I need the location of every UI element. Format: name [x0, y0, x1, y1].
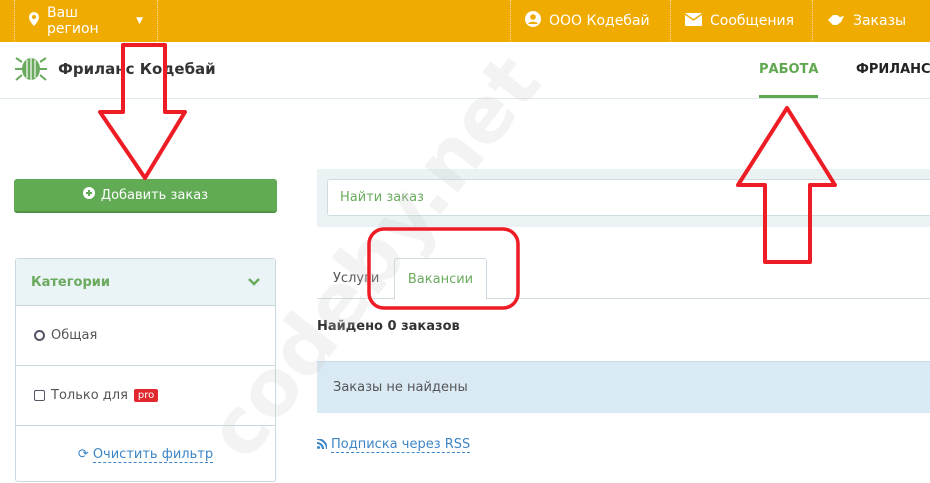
- empty-results-alert: Заказы не найдены: [317, 361, 930, 413]
- radio-button[interactable]: [34, 330, 45, 341]
- nav-freelance[interactable]: ФРИЛАНС: [856, 62, 930, 77]
- caret-down-icon: ▼: [136, 16, 143, 26]
- orders-label: Заказы: [853, 13, 907, 29]
- region-label: Ваш регион: [47, 5, 99, 37]
- rss-link[interactable]: Подписка через RSS: [316, 437, 471, 453]
- categories-title: Категории: [31, 274, 110, 290]
- company-name: ООО Кодебай: [549, 13, 650, 29]
- logo-text: Фриланс Кодебай: [58, 60, 216, 78]
- tabs: Услуги Вакансии: [317, 258, 930, 300]
- messages-link[interactable]: Сообщения: [670, 0, 808, 42]
- orders-link[interactable]: Заказы: [812, 0, 930, 42]
- logo-bug-icon: [15, 57, 47, 81]
- search-input[interactable]: Найти заказ: [327, 179, 930, 216]
- top-bar: Ваш регион ▼ ООО Кодебай Сообщения Заказ…: [0, 0, 930, 42]
- category-general-label: Общая: [51, 328, 98, 343]
- add-order-label: Добавить заказ: [100, 187, 209, 203]
- pro-badge: pro: [133, 389, 159, 402]
- site-header: Фриланс Кодебай РАБОТА ФРИЛАНС: [0, 42, 930, 99]
- logo[interactable]: Фриланс Кодебай: [14, 56, 216, 82]
- pro-only-checkbox[interactable]: [34, 390, 45, 401]
- refresh-icon: ⟳: [77, 447, 89, 462]
- search-area: Найти заказ: [317, 169, 930, 227]
- company-link[interactable]: ООО Кодебай: [510, 0, 664, 42]
- rss-icon: [316, 437, 328, 453]
- plus-circle-icon: [82, 187, 95, 203]
- handshake-icon: [827, 13, 845, 29]
- rss-label: Подписка через RSS: [331, 437, 471, 453]
- results-count: Найдено 0 заказов: [317, 319, 460, 334]
- clear-filter-link[interactable]: ⟳ Очистить фильтр: [16, 426, 275, 483]
- category-pro-only[interactable]: Только для pro: [16, 366, 275, 426]
- empty-message: Заказы не найдены: [333, 380, 468, 395]
- categories-panel: Категории Общая Только для pro ⟳ Очистит…: [15, 258, 276, 482]
- clear-filter-label: Очистить фильтр: [92, 446, 214, 463]
- add-order-button[interactable]: Добавить заказ: [14, 179, 277, 213]
- category-general[interactable]: Общая: [16, 306, 275, 366]
- map-pin-icon: [29, 12, 39, 30]
- chevron-down-icon: [248, 275, 260, 290]
- pro-only-label: Только для: [51, 388, 128, 403]
- region-selector[interactable]: Ваш регион ▼: [14, 0, 158, 42]
- envelope-icon: [684, 12, 703, 30]
- tab-services[interactable]: Услуги: [333, 258, 379, 299]
- messages-label: Сообщения: [710, 13, 795, 29]
- tab-vacancies[interactable]: Вакансии: [394, 258, 487, 300]
- nav-work[interactable]: РАБОТА: [759, 62, 819, 98]
- user-icon: [525, 11, 541, 31]
- categories-header[interactable]: Категории: [16, 259, 275, 306]
